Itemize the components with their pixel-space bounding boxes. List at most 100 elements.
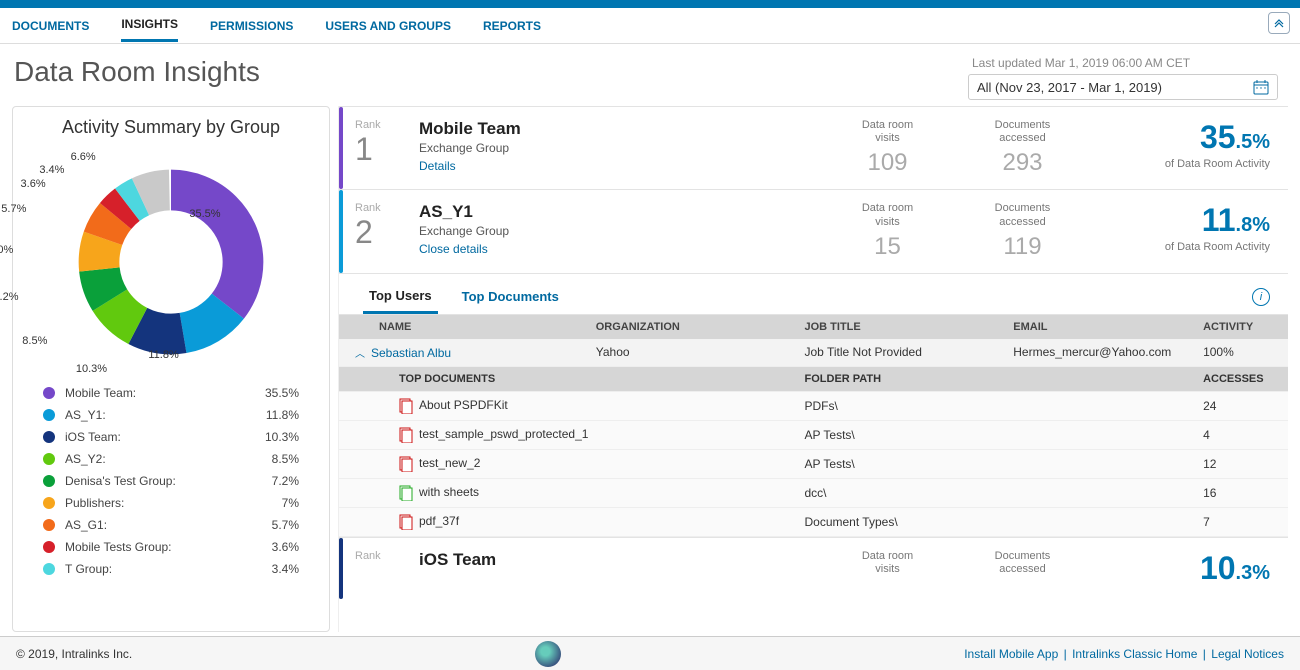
legend-value: 3.6%	[249, 540, 299, 554]
pdf-icon	[399, 398, 413, 414]
rank-label: Rank	[355, 202, 419, 214]
legend-value: 8.5%	[249, 452, 299, 466]
doc-accesses: 16	[1193, 478, 1288, 507]
rank-number: 1	[355, 131, 419, 168]
doc-accesses: 12	[1193, 449, 1288, 478]
main-nav: DOCUMENTS INSIGHTS PERMISSIONS USERS AND…	[0, 8, 1300, 44]
donut-slice-label: 3.4%	[39, 164, 64, 176]
swatch-icon	[43, 409, 55, 421]
doc-name: with sheets	[419, 485, 479, 499]
swatch-icon	[43, 453, 55, 465]
page-header: Data Room Insights Last updated Mar 1, 2…	[0, 44, 1300, 106]
doc-name: About PSPDFKit	[419, 398, 508, 412]
nav-documents[interactable]: DOCUMENTS	[12, 11, 89, 41]
legend-item[interactable]: Denisa's Test Group:7.2%	[43, 470, 299, 492]
pdf-icon	[399, 456, 413, 472]
nav-users-groups[interactable]: USERS AND GROUPS	[325, 11, 451, 41]
user-row[interactable]: ︿Sebastian Albu Yahoo Job Title Not Prov…	[339, 339, 1288, 367]
tab-top-documents[interactable]: Top Documents	[456, 281, 565, 312]
rank-card: Rank2AS_Y1Exchange GroupClose detailsDat…	[339, 189, 1288, 272]
copyright: © 2019, Intralinks Inc.	[16, 647, 132, 661]
top-accent-bar	[0, 0, 1300, 8]
group-type: Exchange Group	[419, 141, 820, 155]
doc-row[interactable]: with sheetsdcc\16	[339, 478, 1288, 507]
legend-item[interactable]: T Group:3.4%	[43, 558, 299, 580]
legend-name: Denisa's Test Group:	[65, 474, 249, 488]
legend-value: 7%	[249, 496, 299, 510]
docs-value: 293	[955, 149, 1090, 177]
legend-value: 5.7%	[249, 518, 299, 532]
legend-value: 7.2%	[249, 474, 299, 488]
col-email[interactable]: EMAIL	[1003, 315, 1193, 339]
docs-label: Documentsaccessed	[955, 119, 1090, 145]
col-name[interactable]: NAME	[339, 315, 586, 339]
donut-slice-label: 7.0%	[0, 244, 13, 256]
donut-chart: 35.5%11.8%10.3%8.5%7.2%7.0%5.7%3.6%3.4%6…	[13, 142, 329, 382]
doc-name: test_new_2	[419, 456, 480, 470]
rank-card: Rank1Mobile TeamExchange GroupDetailsDat…	[339, 106, 1288, 189]
swatch-icon	[43, 541, 55, 553]
swatch-icon	[43, 497, 55, 509]
nav-permissions[interactable]: PERMISSIONS	[210, 11, 293, 41]
user-org: Yahoo	[586, 339, 795, 367]
group-name: iOS Team	[419, 550, 820, 570]
legend-item[interactable]: AS_Y1:11.8%	[43, 404, 299, 426]
legend-item[interactable]: Mobile Tests Group:3.6%	[43, 536, 299, 558]
doc-row[interactable]: test_new_2AP Tests\12	[339, 449, 1288, 478]
group-type: Exchange Group	[419, 224, 820, 238]
doc-row[interactable]: About PSPDFKitPDFs\24	[339, 391, 1288, 420]
footer-legal[interactable]: Legal Notices	[1211, 647, 1284, 661]
legend-name: Mobile Tests Group:	[65, 540, 249, 554]
visits-value: 15	[820, 233, 955, 261]
footer-classic-home[interactable]: Intralinks Classic Home	[1072, 647, 1197, 661]
pdf-icon	[399, 427, 413, 443]
date-range-picker[interactable]: All (Nov 23, 2017 - Mar 1, 2019)	[968, 74, 1278, 100]
pct-sub: of Data Room Activity	[1090, 241, 1270, 253]
legend-item[interactable]: AS_Y2:8.5%	[43, 448, 299, 470]
rank-label: Rank	[355, 119, 419, 131]
legend-item[interactable]: Mobile Team:35.5%	[43, 382, 299, 404]
col-activity[interactable]: ACTIVITY	[1193, 315, 1288, 339]
visits-label: Data roomvisits	[820, 550, 955, 576]
legend-item[interactable]: iOS Team:10.3%	[43, 426, 299, 448]
legend-name: Mobile Team:	[65, 386, 249, 400]
tab-top-users[interactable]: Top Users	[363, 280, 438, 314]
top-users-table: NAME ORGANIZATION JOB TITLE EMAIL ACTIVI…	[339, 315, 1288, 537]
user-name-link[interactable]: Sebastian Albu	[371, 346, 451, 360]
legend-value: 10.3%	[249, 430, 299, 444]
details-link[interactable]: Close details	[419, 242, 488, 256]
legend-value: 35.5%	[249, 386, 299, 400]
legend-value: 3.4%	[249, 562, 299, 576]
details-link[interactable]: Details	[419, 159, 456, 173]
chart-legend: Mobile Team:35.5%AS_Y1:11.8%iOS Team:10.…	[13, 382, 329, 586]
visits-label: Data roomvisits	[820, 202, 955, 228]
col-org[interactable]: ORGANIZATION	[586, 315, 795, 339]
swatch-icon	[43, 431, 55, 443]
last-updated-text: Last updated Mar 1, 2019 06:00 AM CET	[972, 56, 1278, 70]
info-icon[interactable]: i	[1252, 288, 1270, 306]
page-title: Data Room Insights	[14, 56, 260, 88]
collapse-icon[interactable]	[1268, 12, 1290, 34]
legend-item[interactable]: AS_G1:5.7%	[43, 514, 299, 536]
doc-path: AP Tests\	[795, 420, 1194, 449]
donut-slice-label: 8.5%	[22, 335, 47, 347]
doc-name: test_sample_pswd_protected_1	[419, 427, 588, 441]
nav-insights[interactable]: INSIGHTS	[121, 9, 178, 42]
doc-accesses: 4	[1193, 420, 1288, 449]
chevron-up-icon: ︿	[355, 345, 365, 360]
col-title[interactable]: JOB TITLE	[795, 315, 1004, 339]
footer: © 2019, Intralinks Inc. Install Mobile A…	[0, 636, 1300, 670]
legend-item[interactable]: Publishers:7%	[43, 492, 299, 514]
date-range-value: All (Nov 23, 2017 - Mar 1, 2019)	[977, 80, 1162, 95]
rankings-panel: Rank1Mobile TeamExchange GroupDetailsDat…	[338, 106, 1288, 632]
doc-path: Document Types\	[795, 507, 1194, 536]
nav-reports[interactable]: REPORTS	[483, 11, 541, 41]
rank-number: 2	[355, 214, 419, 251]
doc-path: PDFs\	[795, 391, 1194, 420]
doc-row[interactable]: pdf_37fDocument Types\7	[339, 507, 1288, 536]
footer-install-app[interactable]: Install Mobile App	[964, 647, 1058, 661]
pct-value: 11.8%	[1090, 202, 1270, 239]
footer-links: Install Mobile App | Intralinks Classic …	[964, 647, 1284, 661]
doc-row[interactable]: test_sample_pswd_protected_1 AP Tests\4	[339, 420, 1288, 449]
donut-slice-label: 35.5%	[189, 208, 220, 220]
